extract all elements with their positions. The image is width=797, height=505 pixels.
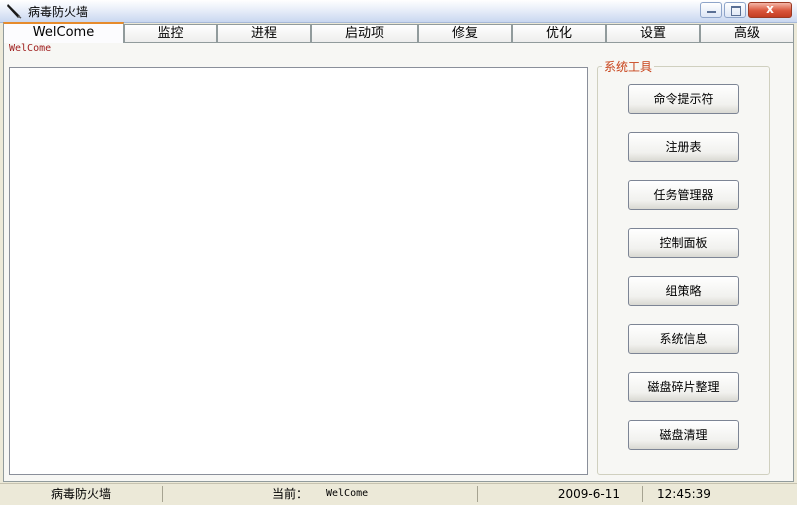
- status-current-value: WelCome: [326, 488, 369, 499]
- tab-advanced[interactable]: 高级: [700, 24, 794, 43]
- title-bar[interactable]: 病毒防火墙 x: [0, 0, 797, 23]
- group-policy-button[interactable]: 组策略: [628, 276, 739, 306]
- control-panel-button[interactable]: 控制面板: [628, 228, 739, 258]
- tab-monitor[interactable]: 监控: [124, 24, 217, 43]
- quill-icon: [6, 3, 22, 19]
- minimize-button[interactable]: [700, 2, 722, 18]
- registry-button[interactable]: 注册表: [628, 132, 739, 162]
- system-tools-group: [597, 66, 770, 475]
- close-icon: x: [766, 2, 774, 16]
- tab-process[interactable]: 进程: [217, 24, 311, 43]
- status-bar: 病毒防火墙 当前： WelCome 2009-6-11 12:45:39: [0, 483, 797, 505]
- minimize-icon: [707, 11, 716, 13]
- task-manager-button[interactable]: 任务管理器: [628, 180, 739, 210]
- status-date: 2009-6-11: [483, 486, 643, 502]
- cmd-prompt-button[interactable]: 命令提示符: [628, 84, 739, 114]
- window-title: 病毒防火墙: [28, 5, 89, 19]
- close-button[interactable]: x: [748, 2, 792, 18]
- system-tools-title: 系统工具: [602, 58, 655, 75]
- tab-strip: WelCome 监控 进程 启动项 修复 优化 设置 高级: [3, 22, 794, 43]
- status-time: 12:45:39: [657, 487, 711, 501]
- tab-repair[interactable]: 修复: [418, 24, 512, 43]
- page-title: WelCome: [9, 43, 52, 54]
- status-app-name: 病毒防火墙: [0, 486, 163, 502]
- defrag-button[interactable]: 磁盘碎片整理: [628, 372, 739, 402]
- maximize-button[interactable]: [724, 2, 746, 18]
- system-info-button[interactable]: 系统信息: [628, 324, 739, 354]
- status-current-label: 当前：: [272, 487, 309, 501]
- tab-startup[interactable]: 启动项: [311, 24, 418, 43]
- tab-optimize[interactable]: 优化: [512, 24, 606, 43]
- app-window: 病毒防火墙 x WelCome 监控 进程 启动项 修复 优化 设置 高级 We…: [0, 0, 797, 505]
- tab-settings[interactable]: 设置: [606, 24, 700, 43]
- maximize-icon: [731, 6, 741, 16]
- content-area[interactable]: [9, 67, 588, 475]
- disk-cleanup-button[interactable]: 磁盘清理: [628, 420, 739, 450]
- status-current: 当前： WelCome: [168, 486, 478, 502]
- tab-welcome[interactable]: WelCome: [3, 22, 124, 43]
